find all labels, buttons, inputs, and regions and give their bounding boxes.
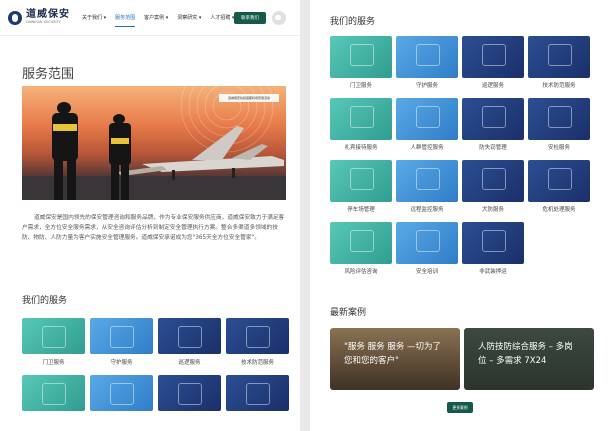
case-card[interactable]: 人防技防综合服务 – 多岗位 – 多需求 7X24: [464, 328, 594, 390]
service-card[interactable]: [158, 375, 221, 411]
logo-name: 道威保安: [26, 9, 70, 21]
service-thumbnail: [330, 160, 392, 202]
service-card[interactable]: 巡逻服务: [158, 318, 221, 370]
service-card[interactable]: 人群管控服务: [396, 98, 458, 156]
service-card[interactable]: 安检服务: [528, 98, 590, 156]
wechat-icon[interactable]: [272, 11, 286, 25]
service-thumbnail: [158, 318, 221, 354]
service-label: 停车场管理: [347, 207, 375, 213]
service-thumbnail: [396, 36, 458, 78]
intro-paragraph: 道威保安是国内领先的保安管理咨询和服务品牌，作为专业保安服务供应商，道威保安致力…: [22, 215, 285, 241]
service-thumbnail: [462, 98, 524, 140]
services-heading: 我们的服务: [330, 17, 376, 27]
service-thumbnail: [330, 36, 392, 78]
service-card[interactable]: 风险评估咨询: [330, 222, 392, 280]
service-thumbnail: [462, 36, 524, 78]
service-card[interactable]: 防失窃管理: [462, 98, 524, 156]
service-label: 礼宾接待服务: [344, 145, 378, 151]
page-divider: [300, 0, 310, 431]
case-text: "服务 服务 服务 —切为了您和您的客户": [344, 342, 442, 366]
service-thumbnail: [396, 160, 458, 202]
case-card[interactable]: "服务 服务 服务 —切为了您和您的客户": [330, 328, 460, 390]
service-label: 守护服务: [110, 360, 133, 366]
service-label: 危机处理服务: [542, 207, 576, 213]
service-card[interactable]: 停车场管理: [330, 160, 392, 218]
site-header: 道威保安 DAWEIAN SECURITY 关于我们 ▾ 服务范围 客户案例 ▾…: [0, 0, 300, 36]
service-card[interactable]: 犬防服务: [462, 160, 524, 218]
nav-insights[interactable]: 洞察研究 ▾: [177, 12, 201, 23]
case-text: 人防技防综合服务 – 多岗位 – 多需求 7X24: [478, 342, 573, 366]
service-card[interactable]: 巡逻服务: [462, 36, 524, 94]
hero-caption: 道威保安执勤首都机场安保活动: [219, 94, 279, 102]
service-card[interactable]: 远程监控服务: [396, 160, 458, 218]
service-thumbnail: [396, 98, 458, 140]
service-label: 技术防范服务: [542, 83, 576, 89]
logo[interactable]: 道威保安 DAWEIAN SECURITY: [8, 10, 70, 25]
service-thumbnail: [330, 98, 392, 140]
service-thumbnail: [158, 375, 221, 411]
nav-services[interactable]: 服务范围: [115, 12, 136, 27]
service-card[interactable]: 门卫服务: [22, 318, 85, 370]
service-label: 技术防范服务: [240, 360, 274, 366]
service-thumbnail: [330, 222, 392, 264]
service-card[interactable]: [226, 375, 289, 411]
service-label: 犬防服务: [481, 207, 504, 213]
contact-button[interactable]: 联系我们: [234, 12, 266, 24]
more-cases-button[interactable]: 更多案例: [447, 402, 473, 413]
service-thumbnail: [90, 375, 153, 411]
service-thumbnail: [22, 375, 85, 411]
nav-cases[interactable]: 客户案例 ▾: [144, 12, 168, 23]
service-label: 守护服务: [415, 83, 438, 89]
right-page: 我们的服务 门卫服务 守护服务 巡逻服务 技术防范服务礼宾接待服务 人群管控服务 防失窃管…: [310, 0, 616, 431]
service-card[interactable]: 安全培训: [396, 222, 458, 280]
service-label: 门卫服务: [349, 83, 372, 89]
service-thumbnail: [396, 222, 458, 264]
service-thumbnail: [462, 160, 524, 202]
hero-image: 道威保安执勤首都机场安保活动: [22, 86, 286, 200]
service-thumbnail: [226, 375, 289, 411]
service-card[interactable]: [90, 375, 153, 411]
service-card[interactable]: 技术防范服务: [528, 36, 590, 94]
service-card[interactable]: 守护服务: [396, 36, 458, 94]
service-card[interactable]: [22, 375, 85, 411]
hero-scene: [22, 86, 286, 200]
service-card[interactable]: 礼宾接待服务: [330, 98, 392, 156]
service-label: 巡逻服务: [481, 83, 504, 89]
service-card[interactable]: 危机处理服务: [528, 160, 590, 218]
service-thumbnail: [528, 160, 590, 202]
service-label: 人群管控服务: [410, 145, 444, 151]
service-label: 安全培训: [415, 269, 438, 275]
service-label: 门卫服务: [42, 360, 65, 366]
nav-careers[interactable]: 人才招聘 ▾: [210, 12, 234, 23]
service-label: 非武装押运: [479, 269, 507, 275]
service-label: 防失窃管理: [479, 145, 507, 151]
logo-subtitle: DAWEIAN SECURITY: [26, 20, 61, 25]
services-grid-preview: 门卫服务 守护服务 巡逻服务 技术防范服务: [22, 318, 289, 411]
cases-heading: 最新案例: [330, 308, 367, 318]
service-card[interactable]: 非武装押运: [462, 222, 524, 280]
service-thumbnail: [226, 318, 289, 354]
service-card[interactable]: 技术防范服务: [226, 318, 289, 370]
nav-about[interactable]: 关于我们 ▾: [82, 12, 106, 23]
service-card[interactable]: 守护服务: [90, 318, 153, 370]
service-thumbnail: [22, 318, 85, 354]
service-label: 安检服务: [547, 145, 570, 151]
services-heading: 我们的服务: [22, 296, 68, 306]
logo-shield-icon: [8, 10, 22, 25]
service-card[interactable]: 门卫服务: [330, 36, 392, 94]
service-thumbnail: [462, 222, 524, 264]
service-thumbnail: [528, 36, 590, 78]
main-nav: 关于我们 ▾ 服务范围 客户案例 ▾ 洞察研究 ▾ 人才招聘 ▾: [82, 12, 243, 27]
service-thumbnail: [90, 318, 153, 354]
service-thumbnail: [528, 98, 590, 140]
service-label: 远程监控服务: [410, 207, 444, 213]
page-title: 服务范围: [22, 67, 75, 82]
left-page: 道威保安 DAWEIAN SECURITY 关于我们 ▾ 服务范围 客户案例 ▾…: [0, 0, 300, 431]
services-grid: 门卫服务 守护服务 巡逻服务 技术防范服务礼宾接待服务 人群管控服务 防失窃管理 安检服务停…: [330, 36, 590, 280]
service-label: 巡逻服务: [178, 360, 201, 366]
service-label: 风险评估咨询: [344, 269, 378, 275]
